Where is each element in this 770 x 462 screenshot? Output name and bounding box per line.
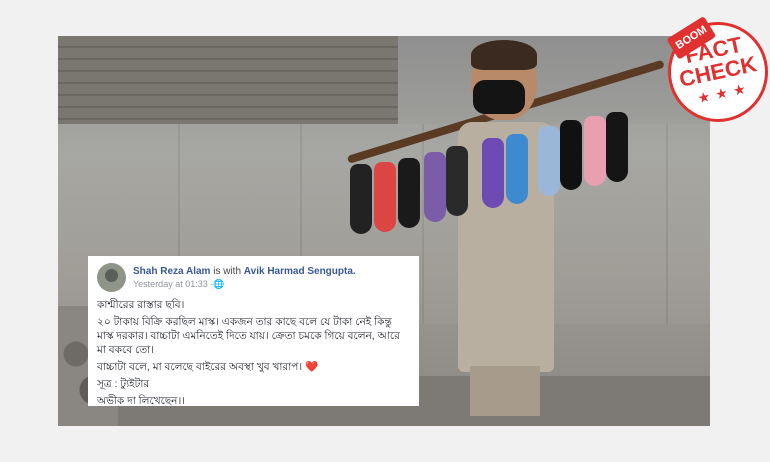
hanging-mask xyxy=(446,146,468,216)
timestamp-line: Yesterday at 01:33 ·🌐 xyxy=(133,279,356,290)
post-paragraph: বাচ্চাটা বলে, মা বলেছে বাইরের অবস্থা খুব… xyxy=(97,361,319,373)
avatar[interactable] xyxy=(97,263,126,292)
globe-icon: ·🌐 xyxy=(210,278,225,289)
hanging-mask xyxy=(538,126,560,196)
post-paragraph: সূত্র : ট্যুইটার xyxy=(97,378,150,390)
hanging-mask xyxy=(506,134,528,204)
facebook-post-card: Shah Reza Alam is with Avik Harmad Sengu… xyxy=(88,256,419,408)
author-link[interactable]: Shah Reza Alam xyxy=(133,266,210,277)
post-header: Shah Reza Alam is with Avik Harmad Sengu… xyxy=(97,263,410,292)
with-word: is with xyxy=(213,265,242,277)
shop-shutter xyxy=(58,36,398,124)
name-line: Shah Reza Alam is with Avik Harmad Sengu… xyxy=(133,266,356,277)
hanging-mask xyxy=(350,164,372,234)
child-hair xyxy=(471,40,537,70)
hanging-mask xyxy=(374,162,396,232)
hanging-mask xyxy=(398,158,420,228)
post-paragraph: কাশ্মীরের রাস্তার ছবি। xyxy=(97,299,185,311)
post-paragraph: অভীক দা লিখেছেন।। xyxy=(97,395,185,407)
post-text: কাশ্মীরের রাস্তার ছবি। ২০ টাকায় বিক্রি … xyxy=(97,298,410,408)
hanging-mask xyxy=(424,152,446,222)
hanging-mask xyxy=(606,112,628,182)
child-legs xyxy=(470,366,540,416)
post-paragraph: ২০ টাকায় বিক্রি করছিল মাস্ক। একজন তার ক… xyxy=(97,316,400,356)
child-face-mask xyxy=(473,80,525,114)
hanging-mask xyxy=(482,138,504,208)
hanging-mask xyxy=(584,116,606,186)
hanging-mask xyxy=(560,120,582,190)
timestamp[interactable]: Yesterday at 01:33 xyxy=(133,279,208,289)
tagged-user-link[interactable]: Avik Harmad Sengupta. xyxy=(244,266,356,277)
